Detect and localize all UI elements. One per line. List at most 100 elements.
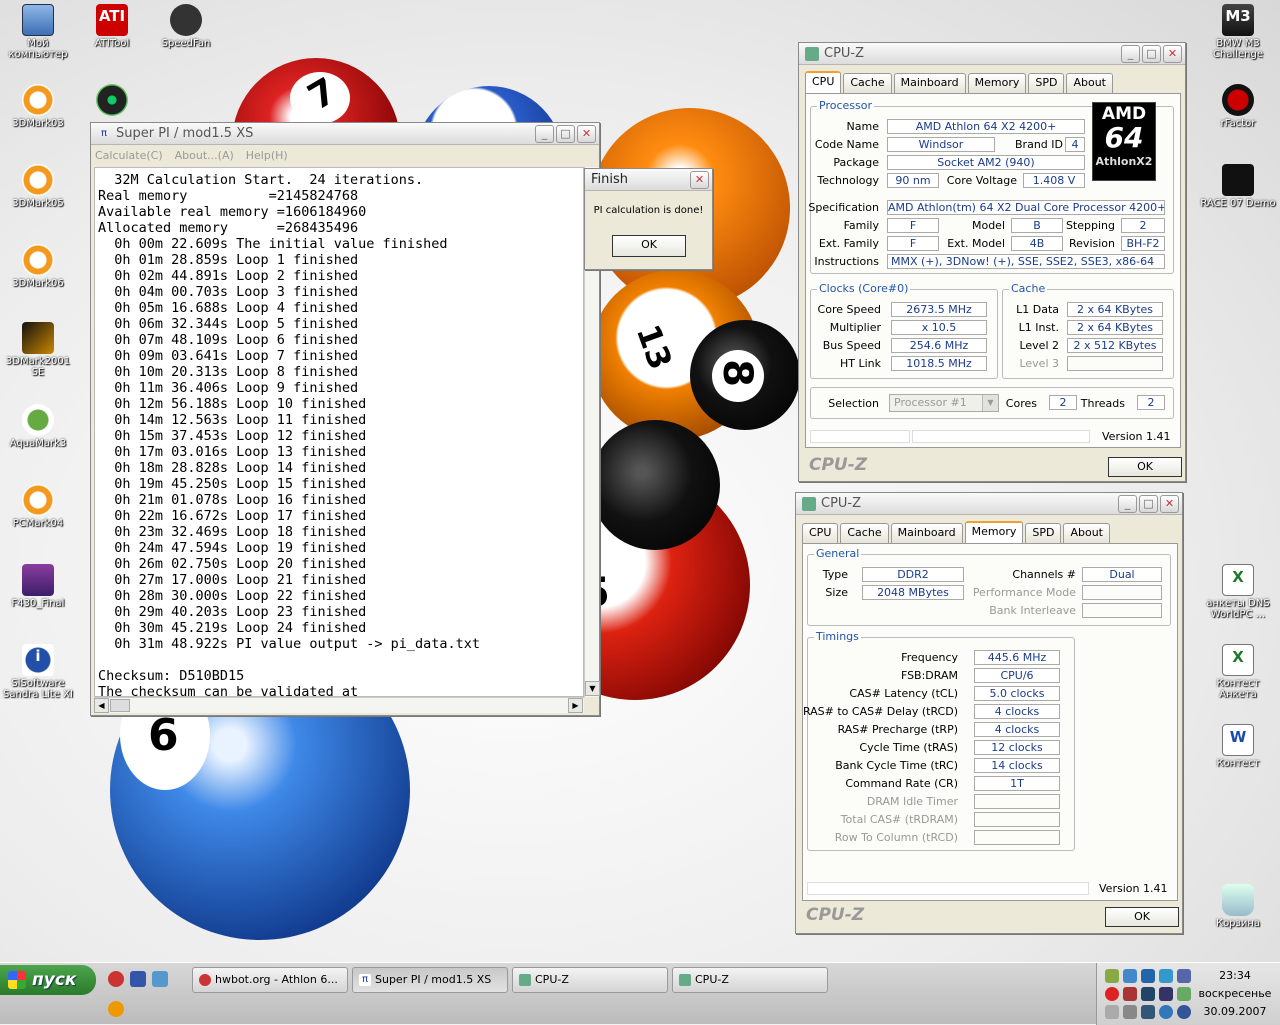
cpuz-cpu-window: CPU-Z _ □ ✕ CPU Cache Mainboard Memory S… <box>798 42 1186 482</box>
tab-cache[interactable]: Cache <box>843 73 892 93</box>
tray-icon-9[interactable] <box>1159 987 1173 1001</box>
finish-message: PI calculation is done! <box>593 205 704 216</box>
desktop-icon-speedfan[interactable]: SpeedFan <box>148 4 224 49</box>
desktop-icon-atitool[interactable]: ATI ATITool <box>74 4 150 49</box>
menu-help[interactable]: Help(H) <box>246 149 288 162</box>
desktop-icon-gauge[interactable] <box>74 84 150 118</box>
maximize-button[interactable]: □ <box>1139 494 1158 513</box>
superpi-output[interactable]: 32M Calculation Start. 24 iterations. Re… <box>94 167 584 697</box>
desktop-icon-3dmark05[interactable]: 3DMark05 <box>0 164 76 209</box>
tab-spd[interactable]: SPD <box>1028 73 1065 93</box>
desktop-icon-my-computer[interactable]: Мой компьютер <box>0 4 76 60</box>
cpuz-cpu-panel: Processor Name AMD Athlon 64 X2 4200+ Co… <box>805 93 1181 448</box>
close-button[interactable]: ✕ <box>690 170 709 189</box>
scroll-right-arrow-icon[interactable]: ▶ <box>568 698 583 713</box>
cpuz-icon <box>519 974 531 986</box>
superpi-titlebar[interactable]: π Super PI / mod1.5 XS _ □ ✕ <box>91 123 599 145</box>
tray-icon-3[interactable] <box>1141 969 1155 983</box>
minimize-button[interactable]: _ <box>1118 494 1137 513</box>
status-bar-left <box>807 882 1089 895</box>
minimize-button[interactable]: _ <box>535 124 554 143</box>
brandid-value: 4 <box>1065 137 1085 152</box>
cpuz-titlebar[interactable]: CPU-Z _ □ ✕ <box>796 493 1182 515</box>
tray-icon-2[interactable] <box>1123 969 1137 983</box>
taskbar-button-cpuz-2[interactable]: CPU-Z <box>672 967 828 993</box>
tray-icon-13[interactable] <box>1141 1005 1155 1019</box>
multiplier-label: Multiplier <box>829 321 881 334</box>
menu-about[interactable]: About...(A) <box>175 149 234 162</box>
tab-cache[interactable]: Cache <box>840 523 889 543</box>
scroll-left-arrow-icon[interactable]: ◀ <box>94 698 109 713</box>
tab-memory[interactable]: Memory <box>967 73 1027 93</box>
cpuz-ok-button[interactable]: OK <box>1105 907 1179 927</box>
taskbar-button-superpi[interactable]: π Super PI / mod1.5 XS <box>352 967 508 993</box>
tray-icon-12[interactable] <box>1123 1005 1137 1019</box>
desktop-icon-race07[interactable]: RACE 07 Demo <box>1200 164 1276 209</box>
tray-icon-11[interactable] <box>1105 1005 1119 1019</box>
desktop-icon-recycle-bin[interactable]: Корзина <box>1200 884 1276 929</box>
start-button[interactable]: пуск <box>0 965 96 995</box>
tab-about[interactable]: About <box>1066 73 1113 93</box>
scroll-thumb[interactable] <box>110 699 130 712</box>
desktop-icon-contest-form[interactable]: X Контест Анкета <box>1200 644 1276 700</box>
quicklaunch-icon-1[interactable] <box>108 971 124 987</box>
desktop-icon-3dmark2001[interactable]: 3DMark2001 SE <box>0 322 76 378</box>
maximize-button[interactable]: □ <box>556 124 575 143</box>
tray-icon-5[interactable] <box>1177 969 1191 983</box>
quicklaunch-save-icon[interactable] <box>130 971 146 987</box>
tray-icon-10[interactable] <box>1177 987 1191 1001</box>
cpuz-titlebar[interactable]: CPU-Z _ □ ✕ <box>799 43 1185 65</box>
word-file-icon: W <box>1222 724 1254 756</box>
quicklaunch-icon-3[interactable] <box>152 971 168 987</box>
taskbar-button-hwbot[interactable]: hwbot.org - Athlon 6... <box>192 967 348 993</box>
tab-memory[interactable]: Memory <box>964 521 1024 543</box>
sandra-icon: i <box>22 644 54 676</box>
maximize-button[interactable]: □ <box>1142 44 1161 63</box>
info-icon[interactable] <box>1159 1005 1173 1019</box>
tab-spd[interactable]: SPD <box>1025 523 1062 543</box>
menu-calculate[interactable]: Calculate(C) <box>95 149 163 162</box>
close-button[interactable]: ✕ <box>577 124 596 143</box>
tray-icon-8[interactable] <box>1141 987 1155 1001</box>
desktop-icon-sandra[interactable]: i SiSoftware Sandra Lite XI <box>0 644 76 700</box>
taskbar-button-cpuz-1[interactable]: CPU-Z <box>512 967 668 993</box>
tab-cpu[interactable]: CPU <box>802 523 839 543</box>
desktop-icon-contest[interactable]: W Контест <box>1200 724 1276 769</box>
finish-ok-button[interactable]: OK <box>612 235 686 257</box>
tray-icon-15[interactable] <box>1177 1005 1191 1019</box>
tab-cpu[interactable]: CPU <box>805 71 842 93</box>
close-button[interactable]: ✕ <box>1163 44 1182 63</box>
tray-icon-1[interactable] <box>1105 969 1119 983</box>
close-button[interactable]: ✕ <box>1160 494 1179 513</box>
desktop-icon-dns-worldpc[interactable]: X анкеты DNS WorldPC ... <box>1200 564 1276 620</box>
tray-icon-7[interactable] <box>1123 987 1137 1001</box>
horizontal-scrollbar[interactable]: ◀ ▶ <box>94 697 584 713</box>
finish-titlebar[interactable]: Finish ✕ <box>585 169 712 191</box>
quicklaunch-icon-4[interactable] <box>108 1001 124 1017</box>
desktop-icon-3dmark03[interactable]: 3DMark03 <box>0 84 76 129</box>
desktop-icon-3dmark06[interactable]: 3DMark06 <box>0 244 76 289</box>
computer-icon <box>22 4 54 36</box>
scroll-down-arrow-icon[interactable]: ▼ <box>585 681 600 696</box>
cpuz-memory-panel: General Type DDR2 Size 2048 MBytes Chann… <box>802 543 1178 901</box>
minimize-button[interactable]: _ <box>1121 44 1140 63</box>
tray-icon-4[interactable] <box>1159 969 1173 983</box>
performance-mode-value <box>1082 585 1162 600</box>
clock[interactable]: 23:34 воскресенье 30.09.2007 <box>1198 969 1272 1018</box>
selection-label: Selection <box>828 397 879 410</box>
desktop-icon-bmw-m3[interactable]: M3 BMW M3 Challenge <box>1200 4 1276 60</box>
processor-select[interactable]: Processor #1 ▼ <box>889 394 999 412</box>
tray-icon-6[interactable] <box>1105 987 1119 1001</box>
desktop-icon-aquamark3[interactable]: AquaMark3 <box>0 404 76 449</box>
cpuz-ok-button[interactable]: OK <box>1108 457 1182 477</box>
desktop-icon-f430-final[interactable]: F430_Final <box>0 564 76 609</box>
atitool-icon: ATI <box>96 4 128 36</box>
desktop-icon-pcmark04[interactable]: PCMark04 <box>0 484 76 529</box>
tab-about[interactable]: About <box>1063 523 1110 543</box>
steam-icon <box>1222 164 1254 196</box>
desktop-icon-rfactor[interactable]: rFactor <box>1200 84 1276 129</box>
cache-group-label: Cache <box>1009 282 1048 295</box>
tab-mainboard[interactable]: Mainboard <box>893 73 966 93</box>
cpuz-app-icon <box>802 496 816 511</box>
tab-mainboard[interactable]: Mainboard <box>890 523 963 543</box>
